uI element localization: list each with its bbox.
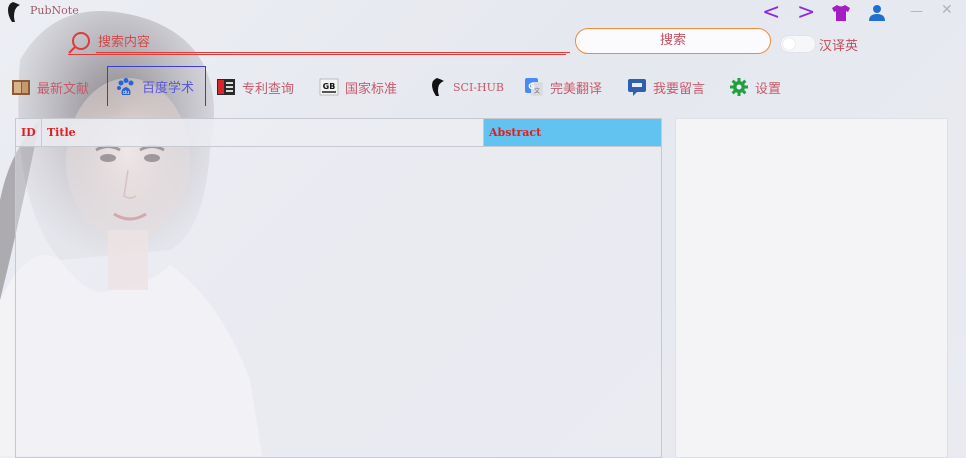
detail-panel[interactable] [675, 118, 948, 458]
nav-label: 设置 [755, 81, 782, 97]
minimize-button[interactable]: — [910, 4, 923, 19]
svg-text:du: du [123, 90, 129, 96]
nav-item-national-standard[interactable]: GB 国家标准 [319, 72, 397, 102]
crow-icon [432, 78, 444, 96]
search-button[interactable]: 搜索 [575, 28, 771, 54]
nav-label: 完美翻译 [550, 81, 603, 97]
svg-text:GB: GB [323, 82, 336, 91]
gear-icon [730, 78, 748, 96]
nav-item-baidu-scholar[interactable]: du 百度学术 [107, 66, 206, 106]
nav-label: SCI-HUB [453, 80, 504, 94]
nav-label: 国家标准 [345, 81, 398, 97]
translate-toggle[interactable] [780, 35, 816, 53]
close-button[interactable]: ✕ [941, 2, 953, 18]
nav-label: 专利查询 [242, 81, 295, 97]
column-header-id[interactable]: ID [16, 119, 42, 146]
feature-nav: 最新文献 du 百度学术 专利查询 GB 国家标准 SCI-HUB G 文 完美… [0, 66, 966, 106]
crow-logo-icon [8, 2, 20, 22]
back-button[interactable]: < [762, 2, 780, 24]
nav-item-sci-hub[interactable]: SCI-HUB [427, 72, 504, 102]
toggle-knob [783, 38, 795, 50]
nav-item-translate[interactable]: G 文 完美翻译 [524, 72, 602, 102]
message-icon [628, 79, 646, 96]
search-bar: 搜索 汉译英 [0, 26, 966, 62]
patent-icon [217, 79, 235, 95]
nav-label: 我要留言 [653, 81, 706, 97]
user-icon[interactable] [868, 4, 886, 22]
search-underline [68, 54, 566, 55]
latest-papers-icon [12, 80, 30, 95]
translate-toggle-label: 汉译英 [819, 39, 859, 54]
table-header: ID Title Abstract [16, 119, 661, 147]
app-title: PubNote [30, 4, 79, 17]
forward-button[interactable]: > [797, 2, 815, 24]
title-bar: PubNote < > — ✕ [0, 0, 966, 26]
skin-tshirt-icon[interactable] [831, 4, 851, 22]
svg-text:文: 文 [534, 87, 540, 95]
nav-label: 最新文献 [37, 81, 90, 97]
search-input[interactable] [96, 32, 570, 53]
baidu-paw-icon: du [117, 77, 134, 96]
nav-item-latest-papers[interactable]: 最新文献 [11, 72, 89, 102]
search-icon [68, 32, 90, 54]
results-table[interactable]: ID Title Abstract [15, 118, 662, 458]
nav-item-leave-message[interactable]: 我要留言 [627, 72, 705, 102]
nav-label: 百度学术 [142, 81, 195, 96]
google-translate-icon: G 文 [525, 78, 543, 96]
column-header-abstract[interactable]: Abstract [484, 119, 661, 146]
column-header-title[interactable]: Title [42, 119, 484, 146]
nav-item-patent-search[interactable]: 专利查询 [216, 72, 294, 102]
gb-standard-icon: GB [319, 78, 339, 96]
nav-item-settings[interactable]: 设置 [729, 72, 781, 102]
